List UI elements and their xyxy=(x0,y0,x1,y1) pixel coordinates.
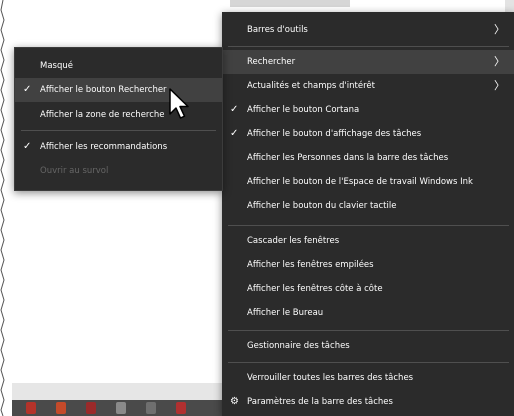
menu-item-task-view[interactable]: ✓ Afficher le bouton d'affichage des tâc… xyxy=(222,122,514,146)
menu-item-cortana[interactable]: ✓ Afficher le bouton Cortana xyxy=(222,98,514,122)
menu-item-taskbar-settings[interactable]: ⚙ Paramètres de la barre des tâches xyxy=(222,390,514,414)
menu-item-windows-ink[interactable]: Afficher le bouton de l'Espace de travai… xyxy=(222,170,514,194)
menu-item-label: Afficher le bouton d'affichage des tâche… xyxy=(247,129,422,139)
taskbar-app-icon[interactable] xyxy=(26,402,36,414)
submenu-item-open-on-hover[interactable]: Ouvrir au survol xyxy=(15,159,222,183)
torn-paper-edge xyxy=(0,0,5,416)
menu-item-label: Barres d'outils xyxy=(247,25,308,35)
menu-item-label: Gestionnaire des tâches xyxy=(247,341,350,351)
menu-item-label: Afficher les Personnes dans la barre des… xyxy=(247,153,449,163)
menu-item-label: Masqué xyxy=(40,61,73,71)
window-edge xyxy=(230,0,350,7)
check-icon: ✓ xyxy=(23,84,32,95)
taskbar-app-icon[interactable] xyxy=(176,402,186,414)
taskbar-app-icon[interactable] xyxy=(86,402,96,414)
chevron-right-icon: 〉 xyxy=(494,79,505,92)
menu-item-label: Afficher la zone de recherche xyxy=(40,110,165,120)
menu-item-label: Verrouiller toutes les barres des tâches xyxy=(247,373,414,383)
check-icon: ✓ xyxy=(230,128,239,139)
menu-item-cascade[interactable]: Cascader les fenêtres xyxy=(222,229,514,253)
menu-item-search[interactable]: Rechercher 〉 xyxy=(222,50,514,74)
submenu-item-show-recommendations[interactable]: ✓ Afficher les recommandations xyxy=(15,135,222,159)
menu-separator xyxy=(21,130,216,131)
submenu-item-hidden[interactable]: Masqué xyxy=(15,54,222,78)
menu-separator xyxy=(228,225,509,226)
menu-item-label: Afficher les recommandations xyxy=(40,142,168,152)
menu-item-label: Actualités et champs d'intérêt xyxy=(247,81,375,91)
mouse-pointer-icon xyxy=(169,88,189,119)
menu-item-task-manager[interactable]: Gestionnaire des tâches xyxy=(222,334,514,358)
menu-item-label: Afficher les fenêtres empilées xyxy=(247,260,374,270)
menu-item-label: Cascader les fenêtres xyxy=(247,236,340,246)
menu-item-label: Afficher le bouton Rechercher xyxy=(40,85,167,95)
menu-separator xyxy=(228,46,509,47)
taskbar-strip xyxy=(12,400,224,416)
menu-item-stacked[interactable]: Afficher les fenêtres empilées xyxy=(222,253,514,277)
menu-item-label: Afficher le bouton du clavier tactile xyxy=(247,201,397,211)
menu-item-people[interactable]: Afficher les Personnes dans la barre des… xyxy=(222,146,514,170)
menu-item-news-interests[interactable]: Actualités et champs d'intérêt 〉 xyxy=(222,74,514,98)
menu-separator xyxy=(228,362,509,363)
menu-item-toolbars[interactable]: Barres d'outils 〉 xyxy=(222,18,514,42)
menu-item-touch-keyboard[interactable]: Afficher le bouton du clavier tactile xyxy=(222,194,514,218)
chevron-right-icon: 〉 xyxy=(494,55,505,68)
menu-item-label: Afficher le bouton de l'Espace de travai… xyxy=(247,177,473,187)
taskbar-context-menu: Barres d'outils 〉 Rechercher 〉 Actualité… xyxy=(222,12,514,416)
menu-item-label: Ouvrir au survol xyxy=(40,166,109,176)
menu-item-label: Rechercher xyxy=(247,57,296,67)
taskbar-app-icon[interactable] xyxy=(56,402,66,414)
menu-item-show-desktop[interactable]: Afficher le Bureau xyxy=(222,301,514,325)
chevron-right-icon: 〉 xyxy=(494,23,505,36)
menu-separator xyxy=(228,330,509,331)
check-icon: ✓ xyxy=(23,141,32,152)
menu-item-label: Afficher le Bureau xyxy=(247,308,324,318)
menu-item-label: Paramètres de la barre des tâches xyxy=(247,397,393,407)
menu-item-label: Afficher le bouton Cortana xyxy=(247,105,360,115)
menu-item-label: Afficher les fenêtres côte à côte xyxy=(247,284,383,294)
taskbar-app-icon[interactable] xyxy=(116,402,126,414)
taskbar-app-icon[interactable] xyxy=(146,402,156,414)
check-icon: ✓ xyxy=(230,104,239,115)
menu-item-side-by-side[interactable]: Afficher les fenêtres côte à côte xyxy=(222,277,514,301)
gear-icon: ⚙ xyxy=(230,396,239,407)
menu-item-lock-taskbars[interactable]: Verrouiller toutes les barres des tâches xyxy=(222,366,514,390)
